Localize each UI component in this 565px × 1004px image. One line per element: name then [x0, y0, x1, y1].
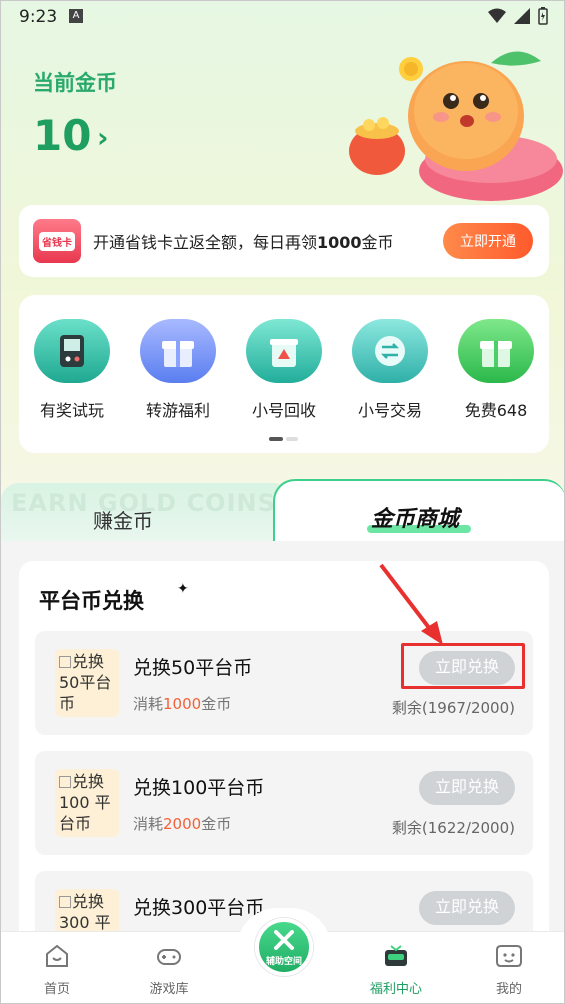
- gamepad-outline-icon: [157, 949, 181, 965]
- item-remaining: 剩余(1622/2000): [391, 819, 515, 837]
- nav-label: 首页: [43, 982, 70, 997]
- item-title: 兑换100平台币: [133, 777, 265, 799]
- section-title: 平台币兑换: [39, 589, 144, 613]
- exchange-item: 兑换 100 平 台币 兑换100平台币 消耗2000金币 立即兑换 剩余(16…: [35, 751, 533, 855]
- tools-icon: [274, 930, 294, 950]
- status-icons: [488, 7, 548, 25]
- exchange-now-button[interactable]: 立即兑换: [419, 771, 515, 805]
- battery-icon: [538, 7, 548, 25]
- home-icon: [46, 944, 68, 967]
- signal-icon: [514, 8, 530, 24]
- nav-label: 游戏库: [149, 982, 189, 997]
- nav-label: 我的: [495, 982, 522, 997]
- nav-profile[interactable]: 我的: [469, 942, 549, 997]
- exchange-now-button[interactable]: 立即兑换: [419, 891, 515, 925]
- wifi-icon: [488, 8, 506, 23]
- green-gift-icon: [458, 319, 534, 383]
- feature-label: 转游福利: [145, 401, 210, 420]
- item-thumbnail: 兑换 50平台 币: [55, 649, 119, 717]
- nav-label: 福利中心: [369, 982, 422, 997]
- tab-bar: EARN GOLD COINS 赚金币 金币商城: [1, 479, 564, 543]
- feature-label: 免费648: [464, 401, 528, 420]
- item-cost: 消耗1000金币: [133, 695, 232, 713]
- app-screen: 9:23 A 当前金币 10 › 省钱卡 开通省钱卡立返全额，每日再领1000金…: [0, 0, 565, 1004]
- item-remaining: 剩余(1967/2000): [391, 699, 515, 717]
- nav-welfare-center[interactable]: 福利中心: [356, 942, 436, 997]
- gamepad-icon: [34, 319, 110, 383]
- profile-icon: [496, 945, 522, 967]
- feature-grid: 有奖试玩 转游福利 小号回收 小号交易 免费648: [19, 295, 549, 453]
- notification-badge: A: [69, 9, 83, 23]
- savings-card-promo: 省钱卡 开通省钱卡立返全额，每日再领1000金币 立即开通: [19, 205, 549, 277]
- item-title: 兑换300平台币: [133, 897, 265, 919]
- nav-game-library[interactable]: 游戏库: [129, 942, 209, 997]
- feature-label: 小号交易: [357, 401, 422, 420]
- item-cost: 消耗2000金币: [133, 815, 232, 833]
- exchange-now-button[interactable]: 立即兑换: [419, 651, 515, 685]
- tab-shop-label: 金币商城: [371, 507, 460, 532]
- page-indicator: [269, 437, 298, 441]
- nav-assist-space[interactable]: 辅助空间: [255, 918, 313, 976]
- feature-account-trade[interactable]: 小号交易: [345, 319, 435, 421]
- welfare-icon: [385, 945, 407, 966]
- savings-card-icon: 省钱卡: [33, 219, 81, 263]
- feature-free-648[interactable]: 免费648: [451, 319, 541, 421]
- feature-trial-play[interactable]: 有奖试玩: [27, 319, 117, 421]
- gift-icon: [140, 319, 216, 383]
- sparkle-icon: ✦: [177, 581, 189, 597]
- mascot-illustration: [349, 51, 563, 201]
- chevron-right-icon[interactable]: ›: [97, 121, 109, 154]
- status-time: 9:23: [19, 7, 58, 27]
- feature-account-recycle[interactable]: 小号回收: [239, 319, 329, 421]
- exchange-item: 兑换 50平台 币 兑换50平台币 消耗1000金币 立即兑换 剩余(1967/…: [35, 631, 533, 735]
- shop-content: 平台币兑换 ✦ 兑换 50平台 币 兑换50平台币 消耗1000金币 立即兑换 …: [1, 541, 564, 981]
- tab-earn-label: 赚金币: [93, 509, 153, 533]
- item-title: 兑换50平台币: [133, 657, 253, 679]
- exchange-coin-icon: [352, 319, 428, 383]
- open-now-button[interactable]: 立即开通: [443, 223, 533, 259]
- nav-label: 辅助空间: [265, 957, 302, 967]
- bottom-navigation: 首页 游戏库 辅助空间 福利中心 我的: [1, 908, 564, 1003]
- tab-coin-shop[interactable]: 金币商城: [273, 479, 564, 543]
- coin-balance[interactable]: 10: [33, 111, 91, 160]
- feature-label: 有奖试玩: [39, 401, 104, 420]
- nav-home[interactable]: 首页: [17, 942, 97, 997]
- current-coins-label: 当前金币: [33, 71, 117, 95]
- feature-transfer-welfare[interactable]: 转游福利: [133, 319, 223, 421]
- feature-label: 小号回收: [251, 401, 316, 420]
- tab-earn-coins[interactable]: EARN GOLD COINS 赚金币: [1, 483, 291, 543]
- promo-text: 开通省钱卡立返全额，每日再领1000金币: [93, 233, 394, 252]
- item-thumbnail: 兑换 100 平 台币: [55, 769, 119, 837]
- status-bar: 9:23 A: [1, 1, 564, 35]
- recycle-box-icon: [246, 319, 322, 383]
